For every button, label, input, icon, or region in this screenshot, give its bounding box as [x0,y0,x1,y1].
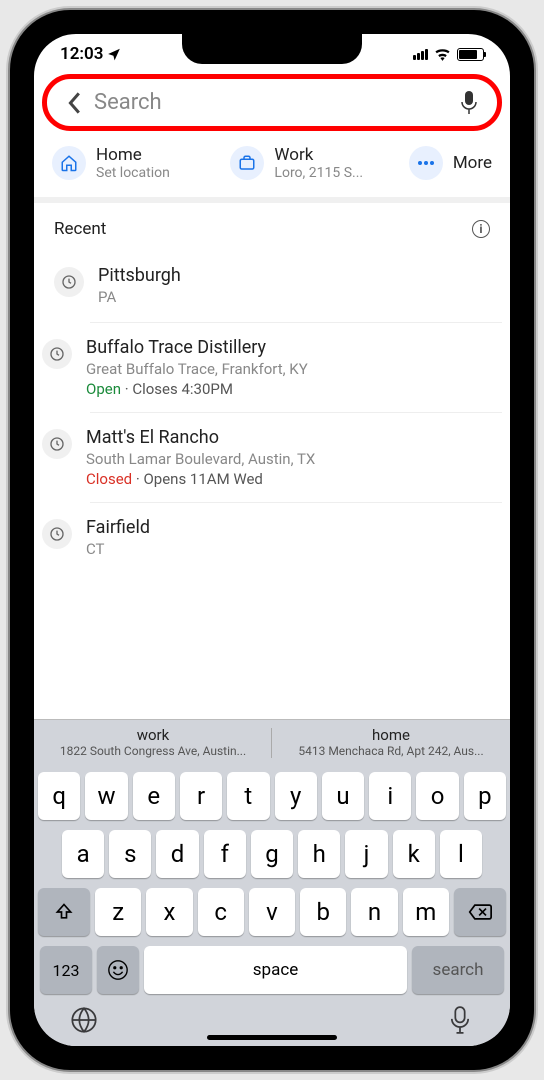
status-time: 12:03 [60,44,103,64]
shortcut-home-sub: Set location [96,165,170,181]
key-l[interactable]: l [440,830,482,878]
key-o[interactable]: o [416,772,458,820]
home-indicator[interactable] [207,1035,337,1040]
key-k[interactable]: k [393,830,435,878]
clock-icon [54,267,84,297]
phone-frame: 12:03 Home Set location Work Loro, 2115 … [10,10,534,1070]
briefcase-icon [230,146,264,180]
suggestion-0[interactable]: work 1822 South Congress Ave, Austin... [34,720,272,766]
wifi-icon [434,48,451,61]
shortcut-more[interactable]: More [409,145,492,181]
home-icon [52,146,86,180]
shortcut-work-title: Work [274,145,363,165]
search-key[interactable]: search [412,946,504,994]
key-z[interactable]: z [95,888,141,936]
key-a[interactable]: a [62,830,104,878]
clock-icon [42,429,72,459]
shortcut-work-sub: Loro, 2115 S... [274,165,363,181]
key-j[interactable]: j [345,830,387,878]
recent-section: Recent i PittsburghPABuffalo Trace Disti… [34,203,510,719]
search-input[interactable] [94,90,448,115]
key-i[interactable]: i [369,772,411,820]
keyboard: qwertyuiop asdfghjkl zxcvbnm 123 space s… [34,766,510,1046]
info-icon[interactable]: i [472,220,490,238]
recent-item-2[interactable]: Matt's El RanchoSouth Lamar Boulevard, A… [90,412,502,502]
clock-icon [42,519,72,549]
key-w[interactable]: w [85,772,127,820]
signal-icon [413,49,428,60]
key-s[interactable]: s [109,830,151,878]
shift-key[interactable] [38,888,90,936]
key-d[interactable]: d [156,830,198,878]
key-n[interactable]: n [351,888,397,936]
key-m[interactable]: m [403,888,449,936]
key-v[interactable]: v [249,888,295,936]
key-c[interactable]: c [198,888,244,936]
key-f[interactable]: f [204,830,246,878]
key-y[interactable]: y [275,772,317,820]
location-arrow-icon [107,47,121,61]
suggestion-1[interactable]: home 5413 Menchaca Rd, Apt 242, Aus... [272,720,510,766]
key-p[interactable]: p [464,772,506,820]
key-b[interactable]: b [300,888,346,936]
key-r[interactable]: r [180,772,222,820]
recent-item-3[interactable]: FairfieldCT [90,502,502,574]
keyboard-mic-icon[interactable] [446,1006,474,1034]
globe-icon[interactable] [70,1006,98,1034]
more-icon [409,146,443,180]
keyboard-suggestions: work 1822 South Congress Ave, Austin... … [34,719,510,766]
recent-item-1[interactable]: Buffalo Trace DistilleryGreat Buffalo Tr… [90,322,502,412]
key-h[interactable]: h [298,830,340,878]
back-chevron-icon[interactable] [66,91,82,115]
space-key[interactable]: space [144,946,407,994]
key-e[interactable]: e [133,772,175,820]
key-x[interactable]: x [146,888,192,936]
shortcut-work[interactable]: Work Loro, 2115 S... [230,145,400,181]
recent-title: Recent [54,219,106,239]
key-g[interactable]: g [251,830,293,878]
key-u[interactable]: u [322,772,364,820]
clock-icon [42,339,72,369]
backspace-key[interactable] [454,888,506,936]
shortcut-more-title: More [453,153,492,173]
microphone-icon[interactable] [460,91,478,115]
recent-item-0[interactable]: PittsburghPA [42,251,502,322]
shortcuts-row: Home Set location Work Loro, 2115 S... M… [34,131,510,203]
shortcut-home-title: Home [96,145,170,165]
battery-icon [457,48,484,61]
shortcut-home[interactable]: Home Set location [52,145,222,181]
emoji-key[interactable] [97,946,139,994]
numbers-key[interactable]: 123 [40,946,92,994]
key-q[interactable]: q [38,772,80,820]
key-t[interactable]: t [227,772,269,820]
search-bar-container [48,80,496,125]
notch [182,34,362,64]
screen: 12:03 Home Set location Work Loro, 2115 … [34,34,510,1046]
